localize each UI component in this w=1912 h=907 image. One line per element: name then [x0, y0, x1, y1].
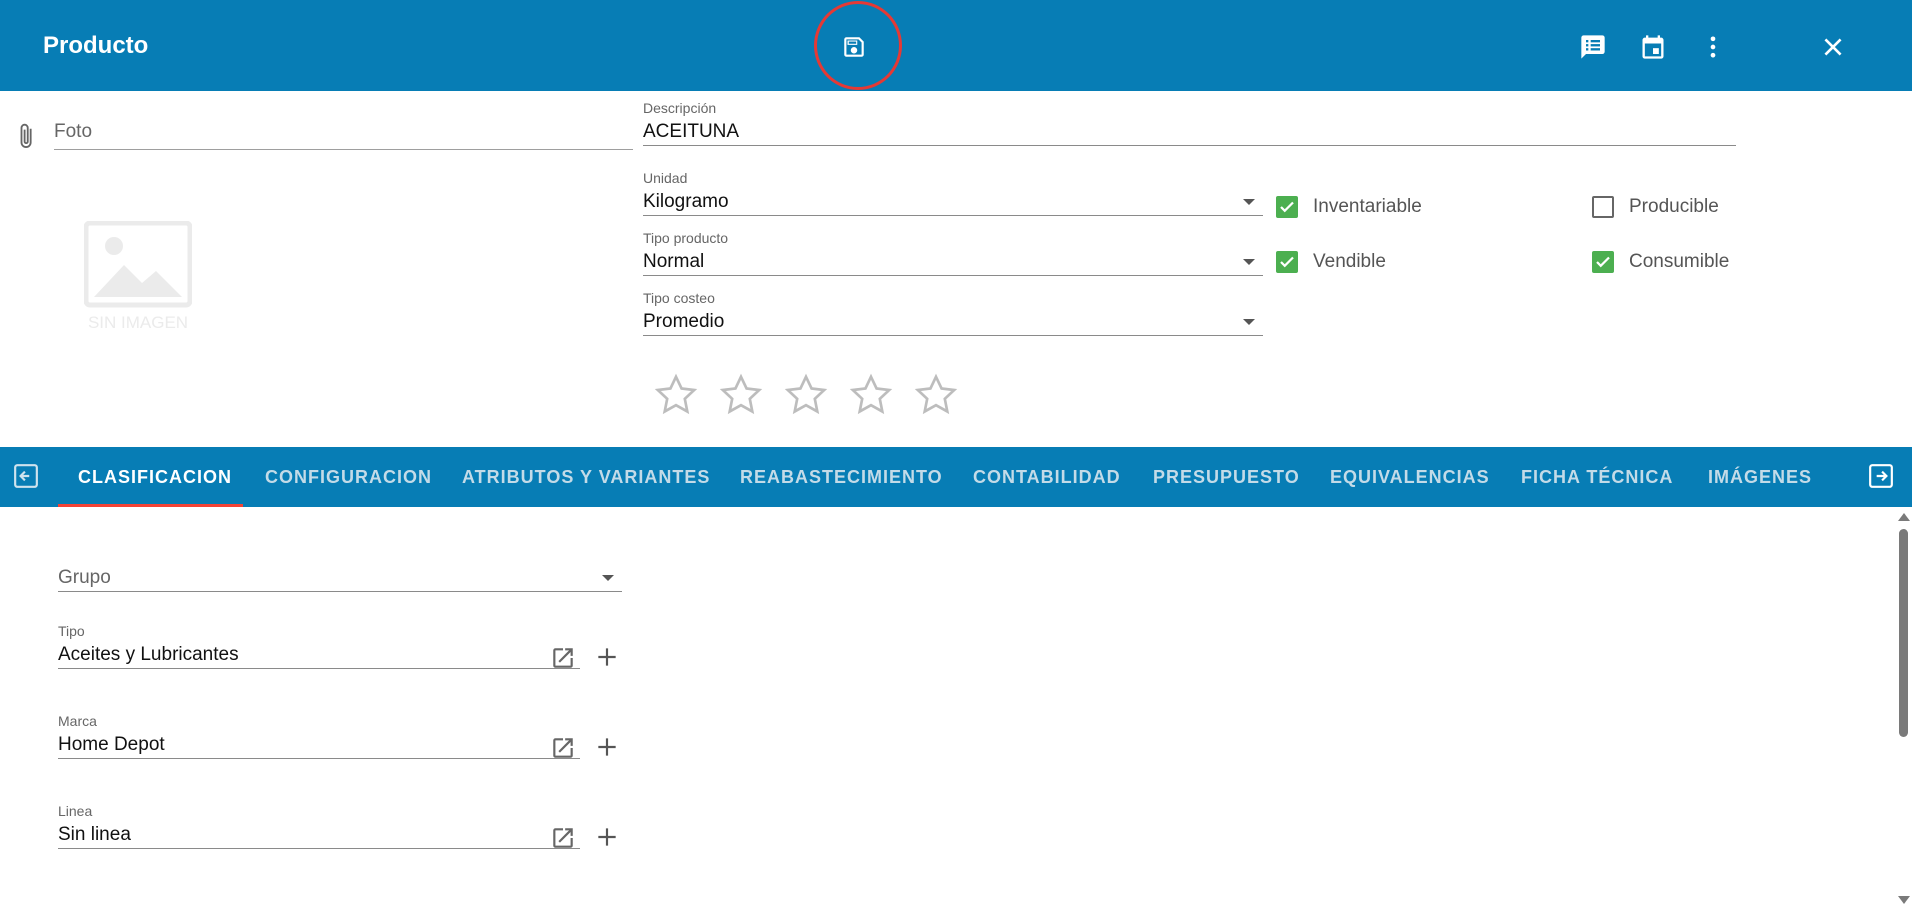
dropdown-arrow-icon [1243, 199, 1255, 205]
checkbox-inventariable[interactable]: Inventariable [1276, 196, 1422, 218]
checkbox-label: Producible [1629, 196, 1719, 217]
scroll-down-arrow-icon[interactable] [1898, 896, 1910, 904]
no-image-text: SIN IMAGEN [88, 313, 188, 332]
comments-button[interactable] [1571, 25, 1615, 69]
description-value: ACEITUNA [643, 118, 1736, 146]
type-field[interactable]: Tipo Aceites y Lubricantes [58, 623, 580, 669]
tab-scroll-left-icon[interactable] [13, 463, 39, 489]
type-label: Tipo [58, 623, 85, 639]
line-label: Linea [58, 803, 93, 819]
tab-scroll-right-icon[interactable] [1868, 463, 1894, 489]
scroll-up-arrow-icon[interactable] [1898, 513, 1910, 521]
photo-label: Foto [54, 121, 93, 142]
check-icon [1276, 196, 1298, 218]
dropdown-arrow-icon [1243, 259, 1255, 265]
product-type-label: Tipo producto [643, 230, 729, 246]
star-icon[interactable] [717, 372, 765, 418]
active-tab-indicator [58, 504, 243, 507]
star-icon[interactable] [652, 372, 700, 418]
star-icon[interactable] [782, 372, 830, 418]
product-type-value: Normal [643, 251, 705, 272]
dropdown-arrow-icon [1243, 319, 1255, 325]
comment-list-icon [1581, 35, 1605, 59]
close-icon [1824, 38, 1842, 56]
unit-select[interactable]: Unidad Kilogramo [643, 170, 1263, 216]
open-in-new-icon[interactable] [550, 735, 576, 761]
checkbox-producible[interactable]: Producible [1592, 196, 1719, 218]
tab-contabilidad[interactable]: CONTABILIDAD [973, 447, 1121, 507]
description-field[interactable]: Descripción ACEITUNA [643, 100, 1736, 146]
star-icon[interactable] [912, 372, 960, 418]
line-field[interactable]: Linea Sin linea [58, 803, 580, 849]
tab-equivalencias[interactable]: EQUIVALENCIAS [1330, 447, 1490, 507]
tab-atributos-variantes[interactable]: ATRIBUTOS Y VARIANTES [462, 447, 710, 507]
more-options-button[interactable] [1691, 25, 1735, 69]
group-placeholder: Grupo [58, 567, 111, 588]
more-vert-icon [1710, 36, 1716, 58]
add-brand-button[interactable] [594, 734, 620, 760]
calendar-button[interactable] [1631, 25, 1675, 69]
tab-imagenes[interactable]: IMÁGENES [1708, 447, 1812, 507]
line-value: Sin linea [58, 821, 580, 849]
check-icon [1592, 251, 1614, 273]
tab-reabastecimiento[interactable]: REABASTECIMIENTO [740, 447, 943, 507]
brand-value: Home Depot [58, 731, 580, 759]
checkbox-label: Consumible [1629, 251, 1730, 272]
product-type-select[interactable]: Tipo producto Normal [643, 230, 1263, 276]
unit-label: Unidad [643, 170, 688, 186]
type-value: Aceites y Lubricantes [58, 641, 580, 669]
cost-type-value: Promedio [643, 311, 725, 332]
check-icon [1276, 251, 1298, 273]
checkbox-label: Inventariable [1313, 196, 1422, 217]
description-label: Descripción [643, 100, 717, 116]
save-button[interactable] [832, 25, 876, 69]
checkbox-vendible[interactable]: Vendible [1276, 251, 1386, 273]
checkbox-empty-icon [1592, 196, 1614, 218]
no-image-placeholder-icon: SIN IMAGEN [84, 221, 192, 332]
cost-type-select[interactable]: Tipo costeo Promedio [643, 290, 1263, 336]
checkbox-label: Vendible [1313, 251, 1386, 272]
calendar-icon [1642, 35, 1664, 59]
attachment-icon[interactable] [16, 121, 38, 153]
dropdown-arrow-icon [602, 575, 614, 581]
page-title: Producto [43, 32, 149, 59]
app-header: Producto [0, 0, 1912, 91]
save-icon [844, 37, 864, 57]
star-rating[interactable] [652, 372, 977, 418]
checkbox-consumible[interactable]: Consumible [1592, 251, 1729, 273]
tab-ficha-tecnica[interactable]: FICHA TÉCNICA [1521, 447, 1673, 507]
brand-label: Marca [58, 713, 97, 729]
open-in-new-icon[interactable] [550, 825, 576, 851]
cost-type-label: Tipo costeo [643, 290, 715, 306]
tab-bar: CLASIFICACION CONFIGURACION ATRIBUTOS Y … [0, 447, 1912, 507]
tab-clasificacion[interactable]: CLASIFICACION [78, 447, 232, 507]
brand-field[interactable]: Marca Home Depot [58, 713, 580, 759]
open-in-new-icon[interactable] [550, 645, 576, 671]
photo-field[interactable]: Foto [54, 121, 633, 150]
unit-value: Kilogramo [643, 191, 729, 212]
scrollbar-thumb[interactable] [1899, 529, 1908, 737]
tab-presupuesto[interactable]: PRESUPUESTO [1153, 447, 1300, 507]
star-icon[interactable] [847, 372, 895, 418]
group-select[interactable]: Grupo [58, 546, 622, 592]
add-type-button[interactable] [594, 644, 620, 670]
add-line-button[interactable] [594, 824, 620, 850]
tab-configuracion[interactable]: CONFIGURACION [265, 447, 432, 507]
close-button[interactable] [1811, 25, 1855, 69]
